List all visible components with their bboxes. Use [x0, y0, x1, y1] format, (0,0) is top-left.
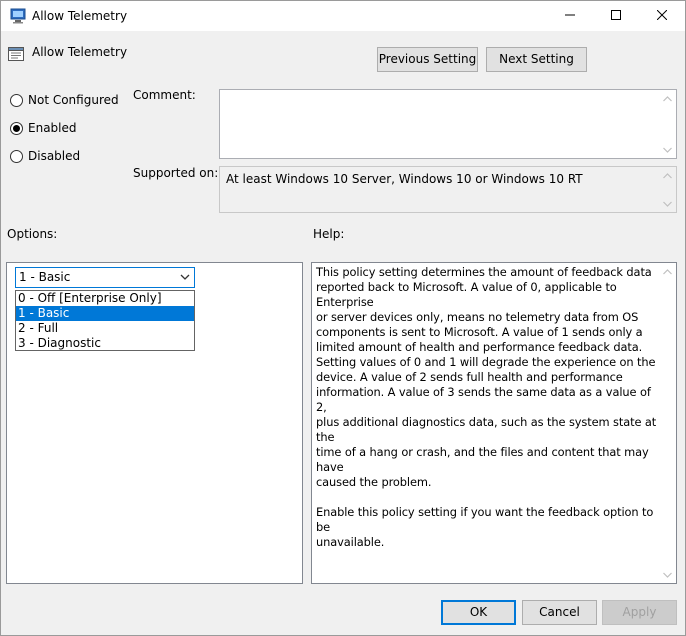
scroll-up-icon[interactable] — [659, 90, 676, 107]
comment-scrollbar[interactable] — [659, 90, 676, 158]
telemetry-level-dropdown-list: 0 - Off [Enterprise Only] 1 - Basic 2 - … — [15, 290, 195, 351]
close-button[interactable] — [639, 1, 685, 31]
disabled-radio[interactable]: Disabled — [10, 149, 80, 163]
scroll-up-icon[interactable] — [659, 263, 676, 280]
chevron-down-icon[interactable] — [179, 271, 191, 283]
comment-textarea[interactable] — [219, 89, 677, 159]
dropdown-item-basic[interactable]: 1 - Basic — [16, 306, 194, 321]
policy-name: Allow Telemetry — [32, 45, 128, 59]
help-panel: This policy setting determines the amoun… — [311, 262, 677, 584]
dropdown-item-diagnostic[interactable]: 3 - Diagnostic — [16, 336, 194, 351]
scroll-down-icon[interactable] — [659, 141, 676, 158]
disabled-label: Disabled — [28, 149, 81, 163]
options-label: Options: — [7, 227, 58, 241]
dropdown-item-off[interactable]: 0 - Off [Enterprise Only] — [16, 291, 194, 306]
enabled-label: Enabled — [28, 121, 77, 135]
minimize-icon — [565, 9, 575, 23]
supported-scrollbar[interactable] — [659, 167, 676, 212]
apply-button[interactable]: Apply — [602, 600, 677, 625]
next-setting-button[interactable]: Next Setting — [486, 47, 587, 72]
help-text: This policy setting determines the amoun… — [316, 265, 657, 549]
radio-dot — [13, 124, 20, 132]
supported-on-field: At least Windows 10 Server, Windows 10 o… — [219, 166, 677, 213]
maximize-button[interactable] — [593, 1, 639, 31]
help-scrollbar[interactable] — [659, 263, 676, 583]
policy-setting-icon — [7, 45, 25, 63]
close-icon — [656, 9, 668, 23]
maximize-icon — [611, 9, 621, 23]
not-configured-radio[interactable]: Not Configured — [10, 93, 119, 107]
radio-circle[interactable] — [10, 149, 23, 163]
window-title: Allow Telemetry — [32, 9, 128, 23]
comment-label: Comment: — [133, 88, 196, 102]
policy-dialog-window: Allow Telemetry Allow Telemetry Previous — [0, 0, 686, 636]
scroll-down-icon[interactable] — [659, 566, 676, 583]
minimize-button[interactable] — [547, 1, 593, 31]
dropdown-item-full[interactable]: 2 - Full — [16, 321, 194, 336]
cancel-button[interactable]: Cancel — [522, 600, 597, 625]
scroll-down-icon[interactable] — [659, 195, 676, 212]
not-configured-label: Not Configured — [28, 93, 119, 107]
telemetry-level-combobox[interactable]: 1 - Basic — [15, 267, 195, 288]
radio-circle-selected[interactable] — [10, 121, 23, 135]
scroll-up-icon[interactable] — [659, 167, 676, 184]
radio-circle[interactable] — [10, 93, 23, 107]
title-bar[interactable]: Allow Telemetry — [1, 1, 685, 31]
supported-on-label: Supported on: — [133, 166, 219, 180]
enabled-radio[interactable]: Enabled — [10, 121, 77, 135]
help-label: Help: — [313, 227, 345, 241]
ok-button[interactable]: OK — [441, 600, 516, 625]
combobox-value: 1 - Basic — [19, 270, 71, 284]
group-policy-app-icon — [9, 8, 27, 24]
supported-on-value: At least Windows 10 Server, Windows 10 o… — [226, 172, 583, 186]
previous-setting-button[interactable]: Previous Setting — [377, 47, 478, 72]
